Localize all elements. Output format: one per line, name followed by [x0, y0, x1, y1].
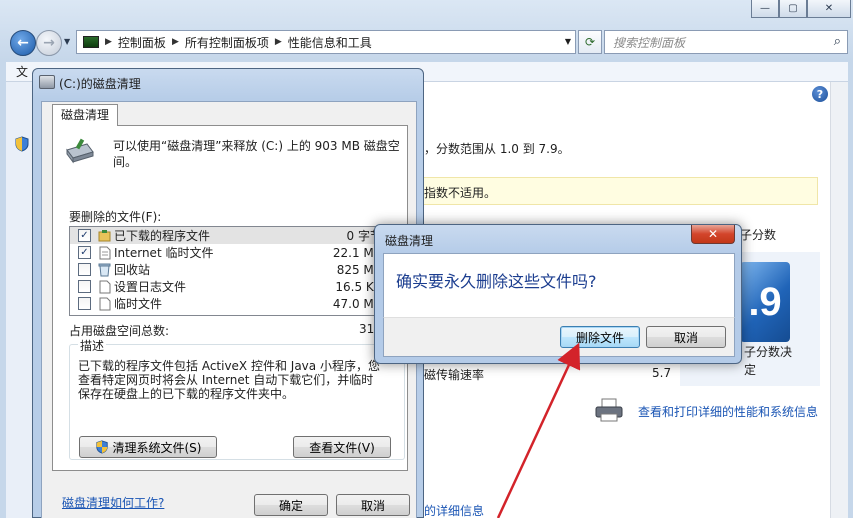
file-checkbox[interactable]: ✓: [78, 246, 91, 259]
document-icon: [99, 246, 111, 259]
clean-system-files-label: 清理系统文件(S): [112, 440, 202, 455]
delete-files-label: 删除文件: [575, 330, 624, 345]
base-score-tile: .9: [740, 262, 790, 342]
shield-icon: [15, 136, 29, 152]
cancel-button[interactable]: 取消: [336, 494, 410, 516]
breadcrumb-all-items[interactable]: 所有控制面板项: [185, 34, 269, 51]
list-item[interactable]: 临时文件 47.0 MB: [70, 295, 392, 312]
file-name: 已下载的程序文件: [114, 229, 211, 243]
disk-cleanup-title: (C:)的磁盘清理: [59, 77, 141, 91]
forward-button[interactable]: →: [36, 30, 62, 56]
file-checkbox[interactable]: [78, 280, 91, 293]
breadcrumb-performance[interactable]: 性能信息和工具: [288, 34, 372, 51]
breadcrumb-separator[interactable]: ▶: [105, 37, 112, 47]
index-na-text: 指数不适用。: [424, 186, 497, 200]
back-arrow-icon: ←: [17, 35, 29, 51]
ok-button[interactable]: 确定: [254, 494, 328, 516]
search-placeholder: 搜索控制面板: [613, 35, 686, 50]
more-details-link[interactable]: 的详细信息: [424, 502, 484, 518]
score-range-text: ，分数范围从 1.0 到 7.9。: [424, 142, 570, 156]
control-panel-icon: [83, 36, 99, 48]
disk-rate-label: 磁传输速率: [424, 368, 485, 382]
address-dropdown-icon[interactable]: ▼: [565, 37, 571, 46]
navigation-bar: ← → ▼ ▶ 控制面板 ▶ 所有控制面板项 ▶ 性能信息和工具 ▼ ⟳ 搜索控…: [6, 26, 848, 58]
close-icon: ✕: [707, 227, 719, 241]
menu-file[interactable]: 文: [16, 65, 28, 79]
description-legend: 描述: [78, 337, 107, 354]
confirm-dialog: 磁盘清理 ✕ 确实要永久删除这些文件吗? 删除文件 取消: [374, 224, 742, 364]
delete-files-button[interactable]: 删除文件: [560, 326, 640, 348]
decided-text-2: 定: [744, 363, 757, 377]
tab-disk-cleanup[interactable]: 磁盘清理: [52, 104, 119, 126]
decided-text: 子分数决: [744, 345, 793, 359]
breadcrumb-control-panel[interactable]: 控制面板: [118, 34, 166, 51]
disk-cleanup-icon: [39, 75, 55, 89]
file-name: 设置日志文件: [114, 280, 187, 294]
breadcrumb-separator[interactable]: ▶: [275, 37, 282, 47]
view-files-label: 查看文件(V): [309, 440, 375, 455]
list-item[interactable]: ✓ Internet 临时文件 22.1 MB: [70, 244, 392, 261]
recycle-bin-icon: [98, 263, 111, 276]
search-input[interactable]: 搜索控制面板 ⌕: [604, 30, 848, 54]
clean-system-files-button[interactable]: 清理系统文件(S): [79, 436, 217, 458]
how-disk-cleanup-works-link[interactable]: 磁盘清理如何工作?: [62, 494, 164, 511]
disk-rate-value: 5.7: [652, 366, 672, 380]
file-checkbox[interactable]: [78, 263, 91, 276]
minimize-icon: —: [760, 3, 770, 14]
recent-pages-dropdown[interactable]: ▼: [64, 37, 70, 46]
confirm-title: 磁盘清理: [385, 234, 434, 248]
files-to-delete-label: 要删除的文件(F):: [69, 210, 162, 224]
intro-text: 可以使用“磁盘清理”来释放 (C:) 上的 903 MB 磁盘空间。: [113, 139, 400, 169]
confirm-close-button[interactable]: ✕: [691, 225, 735, 244]
forward-arrow-icon: →: [43, 35, 55, 51]
minimize-button[interactable]: —: [751, 0, 779, 18]
files-to-delete-list[interactable]: ✓ 已下载的程序文件 0 字节 ✓ Internet 临时文件 22.1 MB …: [69, 226, 405, 316]
file-checkbox[interactable]: ✓: [78, 229, 91, 242]
disk-cleanup-panel: 可以使用“磁盘清理”来释放 (C:) 上的 903 MB 磁盘空间。 要删除的文…: [52, 125, 408, 471]
file-name: 临时文件: [114, 297, 163, 311]
maximize-icon: ▢: [788, 3, 798, 14]
confirm-body: 确实要永久删除这些文件吗?: [383, 253, 735, 317]
printer-icon: [595, 398, 623, 422]
uac-shield-icon: [95, 440, 108, 454]
confirm-footer: 删除文件 取消: [383, 317, 735, 357]
sub-score-header: 子分数: [740, 228, 777, 242]
document-icon: [99, 297, 111, 310]
breadcrumb-separator[interactable]: ▶: [172, 37, 179, 47]
close-icon: ✕: [824, 3, 834, 14]
refresh-button[interactable]: ⟳: [578, 30, 602, 54]
search-icon[interactable]: ⌕: [834, 34, 841, 49]
file-name: Internet 临时文件: [114, 246, 214, 260]
confirm-cancel-label: 取消: [673, 330, 698, 345]
document-icon: [99, 280, 111, 293]
view-files-button[interactable]: 查看文件(V): [293, 436, 391, 458]
file-checkbox[interactable]: [78, 297, 91, 310]
disk-cleanup-body: 磁盘清理 可以使用“磁盘清理”来释放 (C:) 上的 903 MB 磁盘空间。 …: [41, 101, 417, 518]
list-item[interactable]: 回收站 825 MB: [70, 261, 392, 278]
refresh-icon: ⟳: [584, 35, 596, 49]
address-bar[interactable]: ▶ 控制面板 ▶ 所有控制面板项 ▶ 性能信息和工具 ▼: [76, 30, 576, 54]
help-icon[interactable]: ?: [812, 86, 828, 102]
explorer-caption-buttons: — ▢ ✕: [751, 0, 851, 18]
confirm-question: 确实要永久删除这些文件吗?: [396, 272, 597, 291]
file-name: 回收站: [114, 263, 151, 277]
confirm-cancel-button[interactable]: 取消: [646, 326, 726, 348]
disk-cleanup-window: (C:)的磁盘清理 磁盘清理 可以使用“磁盘清理”来释放 (C:) 上的 903…: [32, 68, 424, 518]
list-item[interactable]: 设置日志文件 16.5 KB: [70, 278, 392, 295]
list-item[interactable]: ✓ 已下载的程序文件 0 字节: [70, 227, 392, 244]
content-scrollbar[interactable]: [830, 82, 848, 518]
cancel-label: 取消: [360, 498, 385, 513]
back-button[interactable]: ←: [10, 30, 36, 56]
disk-cleanup-icon: [66, 138, 94, 164]
print-details-link[interactable]: 查看和打印详细的性能和系统信息: [638, 403, 818, 420]
ok-label: 确定: [278, 498, 303, 513]
description-text: 已下载的程序文件包括 ActiveX 控件和 Java 小程序，您 查看特定网页…: [78, 359, 380, 401]
maximize-button[interactable]: ▢: [779, 0, 807, 18]
folder-icon: [98, 229, 111, 241]
explorer-close-button[interactable]: ✕: [807, 0, 851, 18]
